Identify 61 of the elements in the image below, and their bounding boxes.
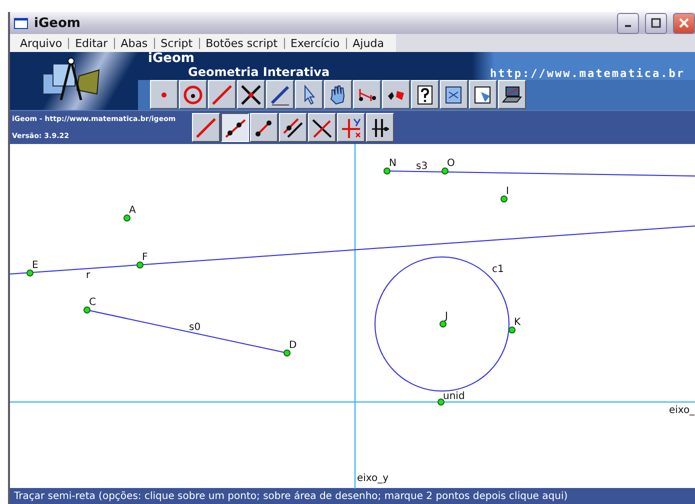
object-label: r: [86, 270, 90, 281]
point: [26, 270, 34, 276]
point-label: F: [142, 252, 148, 263]
menu-item[interactable]: Ajuda: [346, 36, 390, 50]
intersection-icon: [240, 84, 262, 106]
window-icon: [14, 18, 28, 28]
circle-icon: [182, 84, 204, 106]
point: [500, 196, 508, 202]
drawing-area[interactable]: r s3 s0 c1 eixo_ eixo_y N O I A E F C D J K unid: [10, 144, 695, 488]
menu-item[interactable]: Abas: [114, 36, 154, 50]
pen-icon: [269, 84, 291, 106]
point: [438, 398, 444, 406]
perpendicular-icon: [311, 116, 333, 138]
point-icon: [161, 92, 167, 98]
banner-url: http://www.matematica.br: [490, 67, 686, 80]
point: [384, 168, 390, 174]
tool-button[interactable]: [221, 113, 249, 142]
point-label: E: [32, 260, 38, 271]
status-text: Traçar semi-reta (opções: clique sobre um ponto; sobre área de desenho; marque 2 pontos depois clique aqui): [14, 490, 568, 502]
point-label: K: [514, 317, 521, 328]
line-icon: [195, 116, 217, 138]
point-label: A: [129, 205, 136, 216]
close-icon: [679, 18, 689, 28]
point-label: J: [445, 311, 448, 322]
point-label: O: [447, 158, 455, 169]
axis-label: eixo_: [669, 405, 695, 416]
point-label: unid: [443, 391, 465, 402]
point: [124, 214, 130, 222]
window-title: iGeom: [34, 16, 82, 30]
ray-icon: [224, 116, 246, 138]
axes-icon: [340, 116, 362, 138]
point: [440, 320, 446, 328]
point: [84, 306, 90, 314]
point: [284, 350, 290, 356]
point-label: D: [289, 340, 297, 351]
banner-title: iGeom: [148, 52, 196, 65]
maximize-icon: [651, 18, 661, 28]
point: [136, 262, 144, 268]
measure-icon: [358, 88, 376, 102]
menu-item[interactable]: Script: [154, 36, 199, 50]
distance-icon: [369, 116, 391, 138]
line-icon: [211, 84, 233, 106]
menu-item[interactable]: Exercício: [284, 36, 346, 50]
point: [442, 168, 448, 174]
point-label: C: [89, 297, 96, 308]
maximize-button[interactable]: [645, 12, 667, 34]
computer-icon: [501, 84, 523, 106]
menu-item[interactable]: Editar: [69, 36, 114, 50]
menu-item[interactable]: Botões script: [200, 36, 284, 50]
menu-item[interactable]: Arquivo: [14, 36, 68, 50]
object-label: s0: [189, 322, 201, 333]
banner-subtitle: Geometria Interativa: [187, 65, 331, 79]
point: [508, 326, 516, 334]
object-label: s3: [416, 161, 428, 172]
parallel-icon: [282, 116, 304, 138]
point-label: N: [389, 158, 396, 169]
object-label: c1: [492, 264, 504, 275]
axis-label: eixo_y: [357, 473, 389, 484]
minimize-button[interactable]: [617, 12, 639, 34]
close-button[interactable]: [673, 12, 695, 34]
point-label: I: [506, 186, 509, 197]
